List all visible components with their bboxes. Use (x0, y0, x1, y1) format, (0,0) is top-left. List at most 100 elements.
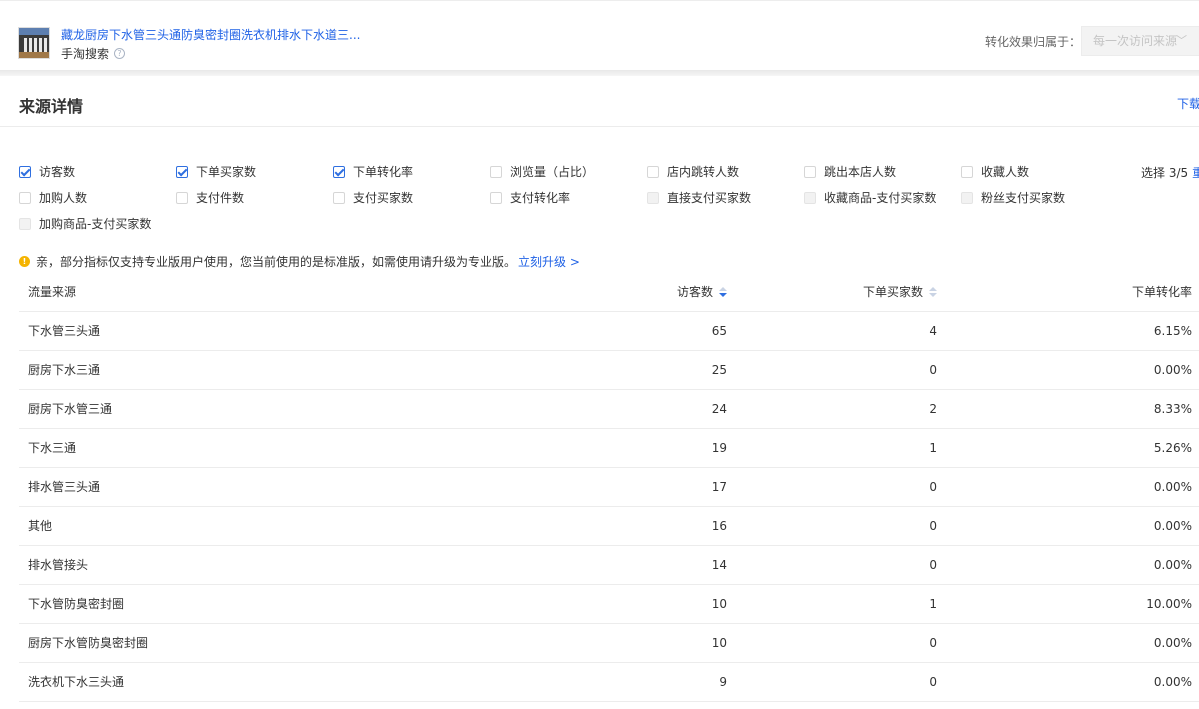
metric-option[interactable]: 支付买家数 (333, 189, 413, 206)
checkbox[interactable] (176, 191, 188, 204)
checkbox[interactable] (176, 165, 188, 178)
upgrade-notice: ! 亲，部分指标仅支持专业版用户使用，您当前使用的是标准版，如需使用请升级为专业… (19, 253, 580, 270)
metric-label: 加购人数 (39, 191, 88, 205)
checkbox[interactable] (19, 191, 31, 204)
sort-desc-icon[interactable] (719, 287, 727, 298)
buyers-cell: 0 (727, 662, 937, 702)
checkbox[interactable] (333, 191, 345, 204)
buyers-cell: 0 (727, 623, 937, 663)
checkbox[interactable] (961, 165, 973, 178)
table-row: 排水管三头通 17 0 0.00% (19, 467, 1199, 507)
metric-option[interactable]: 跳出本店人数 (804, 163, 896, 180)
buyers-cell: 1 (727, 584, 937, 624)
column-header-visitors-label: 访客数 (676, 285, 713, 300)
buyers-cell: 0 (727, 506, 937, 546)
selection-count-text: 选择 3/5 (1141, 166, 1189, 180)
visitors-cell: 17 (419, 467, 727, 507)
metric-option[interactable]: 收藏人数 (961, 163, 1029, 180)
visitors-cell: 65 (419, 311, 727, 351)
source-cell: 下水管三头通 (19, 311, 419, 351)
visitors-cell: 16 (419, 506, 727, 546)
metric-option[interactable]: 访客数 (19, 163, 75, 180)
metric-label: 支付转化率 (510, 191, 571, 205)
metric-option[interactable]: 支付转化率 (490, 189, 570, 206)
checkbox[interactable] (19, 165, 31, 178)
metric-label: 下单买家数 (196, 165, 257, 179)
metric-label: 支付买家数 (353, 191, 414, 205)
product-thumbnail[interactable] (18, 27, 50, 59)
metric-option[interactable]: 支付件数 (176, 189, 244, 206)
checkbox (961, 191, 973, 204)
metric-option[interactable]: 加购人数 (19, 189, 87, 206)
visitors-cell: 24 (419, 389, 727, 429)
download-link[interactable]: 下载 (1177, 95, 1199, 112)
table-row: 排水管接头 14 0 0.00% (19, 545, 1199, 585)
rate-cell: 10.00% (937, 584, 1199, 624)
metric-label: 支付件数 (196, 191, 245, 205)
table-header-row: 流量来源 访客数 下单买家数 下单转化率 (19, 273, 1199, 312)
rate-cell: 0.00% (937, 545, 1199, 585)
rate-cell: 6.15% (937, 311, 1199, 351)
upgrade-link[interactable]: 立刻升级 > (518, 253, 580, 270)
rate-cell: 0.00% (937, 467, 1199, 507)
notice-text: 亲，部分指标仅支持专业版用户使用，您当前使用的是标准版，如需使用请升级为专业版。 (36, 255, 517, 269)
table-row: 其他 16 0 0.00% (19, 506, 1199, 546)
product-title-link[interactable]: 藏龙厨房下水管三头通防臭密封圈洗衣机排水下水道三... (61, 26, 360, 43)
metric-option: 直接支付买家数 (647, 189, 751, 206)
column-header-visitors[interactable]: 访客数 (419, 273, 727, 312)
table-row: 洗衣机下水三头通 9 0 0.00% (19, 662, 1199, 702)
checkbox (804, 191, 816, 204)
source-detail-table: 流量来源 访客数 下单买家数 下单转化率 下水管三头通 65 4 6.15% 厨房下水三… (19, 273, 1199, 702)
product-source: 手淘搜索 ? (61, 45, 126, 62)
checkbox[interactable] (490, 191, 502, 204)
metric-label: 下单转化率 (353, 165, 414, 179)
buyers-cell: 0 (727, 350, 937, 390)
section-title: 来源详情 (19, 97, 84, 116)
source-cell: 排水管三头通 (19, 467, 419, 507)
attribution-selected-value: 每一次访问来源 (1093, 34, 1178, 48)
column-header-buyers[interactable]: 下单买家数 (727, 273, 937, 312)
column-header-buyers-label: 下单买家数 (862, 285, 923, 300)
source-cell: 下水三通 (19, 428, 419, 468)
selection-count: 选择 3/5重置 (1141, 164, 1199, 181)
buyers-cell: 0 (727, 545, 937, 585)
metric-label: 浏览量（占比） (510, 165, 595, 179)
visitors-cell: 19 (419, 428, 727, 468)
rate-cell: 5.26% (937, 428, 1199, 468)
header-divider (0, 126, 1199, 127)
column-header-rate: 下单转化率 (937, 273, 1199, 312)
metric-option: 粉丝支付买家数 (961, 189, 1065, 206)
checkbox[interactable] (647, 165, 659, 178)
metric-label: 收藏商品-支付买家数 (824, 191, 937, 205)
rate-cell: 0.00% (937, 623, 1199, 663)
table-row: 下水管三头通 65 4 6.15% (19, 311, 1199, 351)
rate-cell: 0.00% (937, 506, 1199, 546)
rate-cell: 0.00% (937, 662, 1199, 702)
metric-option[interactable]: 下单转化率 (333, 163, 413, 180)
buyers-cell: 2 (727, 389, 937, 429)
metric-label: 粉丝支付买家数 (981, 191, 1066, 205)
visitors-cell: 9 (419, 662, 727, 702)
checkbox[interactable] (333, 165, 345, 178)
help-icon[interactable]: ? (114, 48, 126, 59)
buyers-cell: 1 (727, 428, 937, 468)
column-header-source: 流量来源 (19, 273, 419, 312)
metric-option: 加购商品-支付买家数 (19, 215, 151, 232)
reset-link[interactable]: 重置 (1192, 166, 1199, 180)
visitors-cell: 10 (419, 584, 727, 624)
checkbox[interactable] (804, 165, 816, 178)
metric-label: 加购商品-支付买家数 (39, 217, 152, 231)
checkbox[interactable] (490, 165, 502, 178)
sort-icon[interactable] (929, 287, 937, 298)
rate-cell: 8.33% (937, 389, 1199, 429)
visitors-cell: 10 (419, 623, 727, 663)
rate-cell: 0.00% (937, 350, 1199, 390)
metric-option: 收藏商品-支付买家数 (804, 189, 936, 206)
metric-option[interactable]: 店内跳转人数 (647, 163, 739, 180)
metric-label: 店内跳转人数 (667, 165, 740, 179)
attribution-select[interactable]: 每一次访问来源 ﹀ (1081, 26, 1199, 56)
metric-option[interactable]: 浏览量（占比） (490, 163, 594, 180)
metric-option[interactable]: 下单买家数 (176, 163, 256, 180)
table-row: 厨房下水管三通 24 2 8.33% (19, 389, 1199, 429)
attribution-label: 转化效果归属于： (985, 35, 1082, 49)
